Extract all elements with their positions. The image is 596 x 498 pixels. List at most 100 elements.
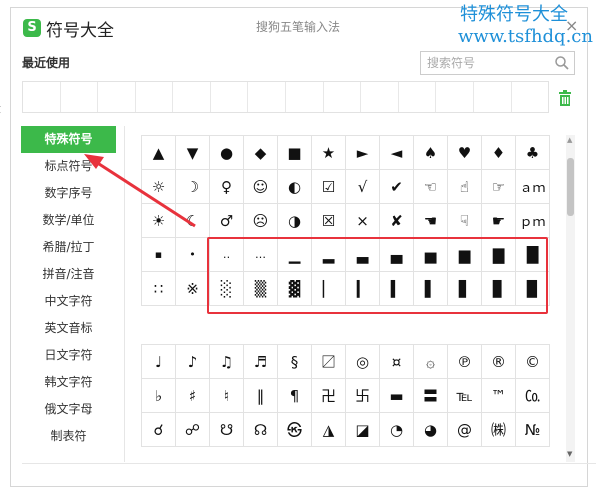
symbol-cell[interactable]: ♪ bbox=[176, 345, 210, 379]
symbol-cell[interactable]: ◄ bbox=[380, 136, 414, 170]
symbol-cell[interactable]: ✔ bbox=[380, 170, 414, 204]
symbol-cell[interactable]: ☑ bbox=[312, 170, 346, 204]
symbol-cell[interactable]: ☀ bbox=[142, 204, 176, 238]
symbol-cell[interactable]: ▊ bbox=[482, 272, 516, 306]
symbol-cell[interactable]: ▒ bbox=[244, 272, 278, 306]
symbol-cell[interactable]: ♥ bbox=[448, 136, 482, 170]
symbol-cell[interactable]: ☒ bbox=[312, 204, 346, 238]
symbol-cell[interactable]: ㉿ bbox=[278, 413, 312, 447]
symbol-cell[interactable]: ▄ bbox=[380, 238, 414, 272]
symbol-cell[interactable]: ｐｍ bbox=[516, 204, 550, 238]
sidebar-item-10[interactable]: 俄文字母 bbox=[21, 396, 116, 423]
symbol-cell[interactable]: ▁ bbox=[278, 238, 312, 272]
symbol-cell[interactable]: ◐ bbox=[278, 170, 312, 204]
symbol-cell[interactable]: ▓ bbox=[278, 272, 312, 306]
sidebar-item-0[interactable]: 特殊符号 bbox=[21, 126, 116, 153]
symbol-cell[interactable]: ☋ bbox=[210, 413, 244, 447]
symbol-cell[interactable]: √ bbox=[346, 170, 380, 204]
recent-symbol-cell[interactable] bbox=[286, 82, 324, 112]
symbol-cell[interactable]: ● bbox=[210, 136, 244, 170]
symbol-cell[interactable]: ✘ bbox=[380, 204, 414, 238]
search-box[interactable] bbox=[420, 51, 575, 75]
symbol-cell[interactable]: © bbox=[516, 345, 550, 379]
symbol-cell[interactable]: ♦ bbox=[482, 136, 516, 170]
symbol-cell[interactable]: ™ bbox=[482, 379, 516, 413]
symbol-cell[interactable]: ☺ bbox=[244, 170, 278, 204]
symbol-cell[interactable]: ※ bbox=[176, 272, 210, 306]
symbol-cell[interactable]: ▅ bbox=[414, 238, 448, 272]
symbol-cell[interactable]: ☜ bbox=[414, 170, 448, 204]
symbol-cell[interactable]: ‖ bbox=[244, 379, 278, 413]
symbol-cell[interactable]: ▂ bbox=[312, 238, 346, 272]
symbol-cell[interactable]: … bbox=[244, 238, 278, 272]
symbol-cell[interactable]: ♭ bbox=[142, 379, 176, 413]
symbol-cell[interactable]: ♣ bbox=[516, 136, 550, 170]
symbol-cell[interactable]: █ bbox=[516, 238, 550, 272]
symbol-cell[interactable]: ♠ bbox=[414, 136, 448, 170]
symbol-cell[interactable]: ‥ bbox=[210, 238, 244, 272]
recent-symbol-cell[interactable] bbox=[23, 82, 61, 112]
symbol-cell[interactable]: ☝ bbox=[448, 170, 482, 204]
recent-symbol-cell[interactable] bbox=[211, 82, 249, 112]
symbol-cell[interactable]: ◎ bbox=[346, 345, 380, 379]
symbol-cell[interactable]: 〓 bbox=[414, 379, 448, 413]
symbol-cell[interactable]: ☊ bbox=[244, 413, 278, 447]
symbol-cell[interactable]: ▲ bbox=[142, 136, 176, 170]
sidebar-item-2[interactable]: 数字序号 bbox=[21, 180, 116, 207]
symbol-cell[interactable]: ☛ bbox=[482, 204, 516, 238]
symbol-cell[interactable]: ■ bbox=[278, 136, 312, 170]
symbol-cell[interactable]: № bbox=[516, 413, 550, 447]
scrollbar-thumb[interactable] bbox=[567, 158, 574, 216]
scroll-down-icon[interactable]: ▼ bbox=[567, 450, 572, 458]
recent-symbol-cell[interactable] bbox=[248, 82, 287, 112]
recent-symbol-cell[interactable] bbox=[512, 82, 549, 112]
sidebar-item-6[interactable]: 中文字符 bbox=[21, 288, 116, 315]
symbol-cell[interactable]: ▬ bbox=[380, 379, 414, 413]
symbol-cell[interactable]: ▼ bbox=[176, 136, 210, 170]
symbol-cell[interactable]: ◮ bbox=[312, 413, 346, 447]
symbol-cell[interactable]: ◪ bbox=[346, 413, 380, 447]
scroll-up-icon[interactable]: ▲ bbox=[567, 136, 572, 144]
symbol-cell[interactable]: ® bbox=[482, 345, 516, 379]
recent-symbol-cell[interactable] bbox=[136, 82, 174, 112]
symbol-cell[interactable]: ℡ bbox=[448, 379, 482, 413]
symbol-cell[interactable]: ａｍ bbox=[516, 170, 550, 204]
symbol-cell[interactable]: ۞ bbox=[414, 345, 448, 379]
symbol-cell[interactable]: • bbox=[176, 238, 210, 272]
symbol-cell[interactable]: ♩ bbox=[142, 345, 176, 379]
symbol-cell[interactable]: × bbox=[346, 204, 380, 238]
recent-symbol-cell[interactable] bbox=[324, 82, 362, 112]
symbol-cell[interactable]: ▆ bbox=[448, 238, 482, 272]
recent-symbol-cell[interactable] bbox=[98, 82, 136, 112]
symbol-cell[interactable]: ► bbox=[346, 136, 380, 170]
search-input[interactable] bbox=[427, 52, 552, 74]
symbol-cell[interactable]: ☚ bbox=[414, 204, 448, 238]
symbol-cell[interactable]: ♫ bbox=[210, 345, 244, 379]
symbol-cell[interactable]: ☍ bbox=[176, 413, 210, 447]
search-icon[interactable] bbox=[554, 55, 570, 71]
recent-symbol-cell[interactable] bbox=[436, 82, 474, 112]
symbol-cell[interactable]: ▉ bbox=[516, 272, 550, 306]
sidebar-item-7[interactable]: 英文音标 bbox=[21, 315, 116, 342]
symbol-cell[interactable]: @ bbox=[448, 413, 482, 447]
symbol-cell[interactable]: ◑ bbox=[278, 204, 312, 238]
sidebar-item-9[interactable]: 韩文字符 bbox=[21, 369, 116, 396]
symbol-cell[interactable]: 〼 bbox=[312, 345, 346, 379]
recent-symbol-cell[interactable] bbox=[61, 82, 99, 112]
symbol-cell[interactable]: ▃ bbox=[346, 238, 380, 272]
sidebar-item-8[interactable]: 日文字符 bbox=[21, 342, 116, 369]
symbol-cell[interactable]: ∷ bbox=[142, 272, 176, 306]
symbol-cell[interactable]: ★ bbox=[312, 136, 346, 170]
symbol-cell[interactable]: ▪ bbox=[142, 238, 176, 272]
sidebar-item-4[interactable]: 希腊/拉丁 bbox=[21, 234, 116, 261]
symbol-cell[interactable]: ♮ bbox=[210, 379, 244, 413]
symbol-cell[interactable]: 卍 bbox=[312, 379, 346, 413]
symbol-cell[interactable]: ☟ bbox=[448, 204, 482, 238]
symbol-cell[interactable]: ☹ bbox=[244, 204, 278, 238]
symbol-cell[interactable]: ▋ bbox=[448, 272, 482, 306]
symbol-cell[interactable]: ¶ bbox=[278, 379, 312, 413]
sidebar-item-11[interactable]: 制表符 bbox=[21, 423, 116, 450]
sidebar-item-3[interactable]: 数学/单位 bbox=[21, 207, 116, 234]
sidebar-item-5[interactable]: 拼音/注音 bbox=[21, 261, 116, 288]
recent-symbol-cell[interactable] bbox=[173, 82, 211, 112]
